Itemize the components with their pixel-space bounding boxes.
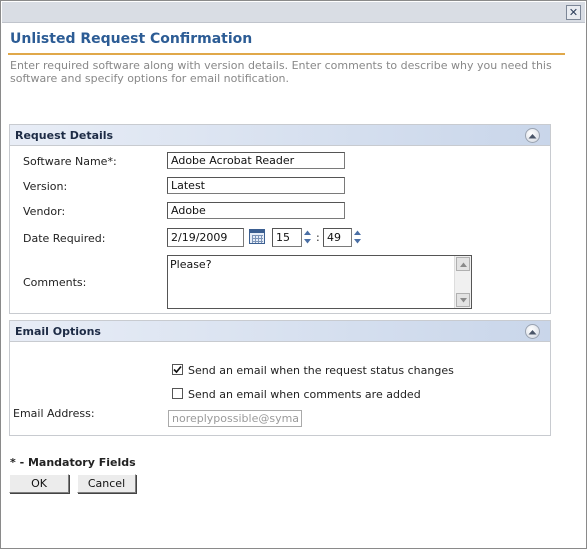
request-details-header[interactable]: Request Details bbox=[10, 125, 550, 146]
date-field[interactable]: 2/19/2009 bbox=[167, 228, 244, 247]
comments-added-checkbox[interactable] bbox=[172, 388, 183, 399]
comments-label: Comments: bbox=[23, 276, 87, 289]
page-description: Enter required software along with versi… bbox=[10, 59, 552, 85]
collapse-icon[interactable] bbox=[525, 128, 540, 143]
page-title: Unlisted Request Confirmation bbox=[10, 31, 253, 47]
email-options-header[interactable]: Email Options bbox=[10, 321, 550, 342]
minute-up-icon[interactable] bbox=[353, 228, 362, 237]
hour-stepper[interactable] bbox=[303, 228, 312, 246]
email-address-field[interactable]: noreplypossible@syma bbox=[168, 410, 302, 427]
version-field[interactable]: Latest bbox=[167, 177, 345, 194]
comments-text: Please? bbox=[170, 258, 212, 271]
request-details-section: Request Details Software Name*: Adobe Ac… bbox=[9, 124, 551, 314]
collapse-icon[interactable] bbox=[525, 324, 540, 339]
email-options-heading: Email Options bbox=[15, 325, 101, 338]
vendor-field[interactable]: Adobe bbox=[167, 202, 345, 219]
mandatory-fields-note: * - Mandatory Fields bbox=[10, 456, 136, 469]
email-address-label: Email Address: bbox=[13, 407, 95, 420]
scroll-up-icon[interactable] bbox=[456, 257, 470, 271]
hour-down-icon[interactable] bbox=[303, 237, 312, 246]
minute-stepper[interactable] bbox=[353, 228, 362, 246]
version-label: Version: bbox=[23, 180, 68, 193]
software-name-label: Software Name*: bbox=[23, 155, 117, 168]
comments-added-label[interactable]: Send an email when comments are added bbox=[188, 388, 421, 401]
comments-textarea[interactable]: Please? bbox=[167, 255, 472, 309]
date-required-label: Date Required: bbox=[23, 232, 106, 245]
request-details-heading: Request Details bbox=[15, 129, 114, 142]
unlisted-request-dialog: ✕ Unlisted Request Confirmation Enter re… bbox=[0, 0, 587, 549]
minute-down-icon[interactable] bbox=[353, 237, 362, 246]
minute-field[interactable]: 49 bbox=[323, 228, 352, 247]
software-name-field[interactable]: Adobe Acrobat Reader bbox=[167, 152, 345, 169]
ok-button[interactable]: OK bbox=[9, 474, 69, 493]
time-separator: : bbox=[316, 231, 320, 244]
title-divider bbox=[8, 53, 565, 55]
comments-scrollbar[interactable] bbox=[454, 256, 471, 308]
close-icon[interactable]: ✕ bbox=[566, 5, 581, 20]
hour-up-icon[interactable] bbox=[303, 228, 312, 237]
vendor-label: Vendor: bbox=[23, 205, 66, 218]
calendar-icon[interactable] bbox=[249, 229, 265, 244]
status-change-checkbox[interactable] bbox=[172, 364, 183, 375]
email-options-section: Email Options Send an email when the req… bbox=[9, 320, 551, 436]
scroll-down-icon[interactable] bbox=[456, 293, 470, 307]
cancel-button[interactable]: Cancel bbox=[77, 474, 136, 493]
status-change-label[interactable]: Send an email when the request status ch… bbox=[188, 364, 454, 377]
dialog-titlebar: ✕ bbox=[2, 2, 585, 23]
hour-field[interactable]: 15 bbox=[272, 228, 302, 247]
